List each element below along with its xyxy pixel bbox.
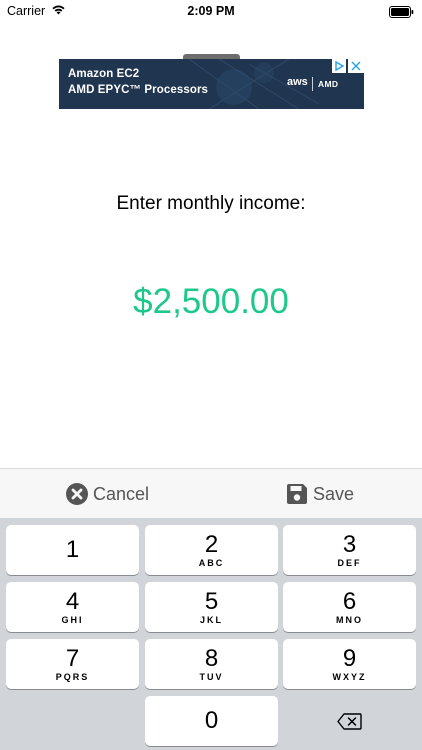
backspace-button[interactable] [283,696,416,746]
key-letters: DEF [337,558,362,568]
key-letters: ABC [198,558,225,568]
adchoices-icon[interactable] [332,59,346,73]
key-digit: 3 [342,531,357,558]
key-letters: PQRS [55,672,90,682]
income-amount-display: $2,500.00 [133,282,289,321]
key-7[interactable]: 7 PQRS [6,639,139,689]
action-toolbar: Cancel Save [0,468,422,518]
key-digit: 2 [204,531,219,558]
key-letters: TUV [199,672,224,682]
key-digit: 0 [204,707,219,734]
save-label: Save [313,483,355,504]
key-1[interactable]: 1 [6,525,139,575]
numeric-keypad: 1 2 ABC 3 DEF 4 GHI 5 JKL 6 MNO 7 PQRS 8… [0,518,422,750]
key-6[interactable]: 6 MNO [283,582,416,632]
ad-headline: Amazon EC2 [68,68,140,80]
key-digit: 1 [65,536,80,563]
cancel-button[interactable]: Cancel [66,469,149,519]
save-button[interactable]: Save [286,469,354,519]
key-letters: JKL [199,615,223,625]
ad-subheadline: AMD EPYC™ Processors [68,84,209,96]
key-2[interactable]: 2 ABC [145,525,278,575]
key-0[interactable]: 0 [145,696,278,746]
key-letters: MNO [336,615,363,625]
key-5[interactable]: 5 JKL [145,582,278,632]
key-letters: GHI [61,615,84,625]
amd-logo: AMD [318,79,339,89]
aws-logo: aws [287,76,308,88]
key-4[interactable]: 4 GHI [6,582,139,632]
close-icon[interactable] [348,59,364,73]
income-prompt: Enter monthly income: [116,193,306,214]
backspace-icon [337,713,362,730]
key-digit: 7 [65,645,80,672]
battery-icon [389,5,414,18]
cancel-circle-icon [66,483,88,505]
status-time: 2:09 PM [187,4,235,18]
key-digit: 4 [65,588,80,615]
key-9[interactable]: 9 WXYZ [283,639,416,689]
key-digit: 9 [342,645,357,672]
key-digit: 5 [204,588,219,615]
status-bar: Carrier 2:09 PM [0,0,422,22]
key-digit: 8 [204,645,219,672]
ad-logo-divider [312,77,313,91]
key-8[interactable]: 8 TUV [145,639,278,689]
floppy-disk-icon [286,483,308,505]
ad-banner[interactable]: Amazon EC2 AMD EPYC™ Processors aws AMD [59,59,364,109]
key-letters: WXYZ [332,672,367,682]
key-3[interactable]: 3 DEF [283,525,416,575]
key-digit: 6 [342,588,357,615]
cancel-label: Cancel [93,483,150,504]
